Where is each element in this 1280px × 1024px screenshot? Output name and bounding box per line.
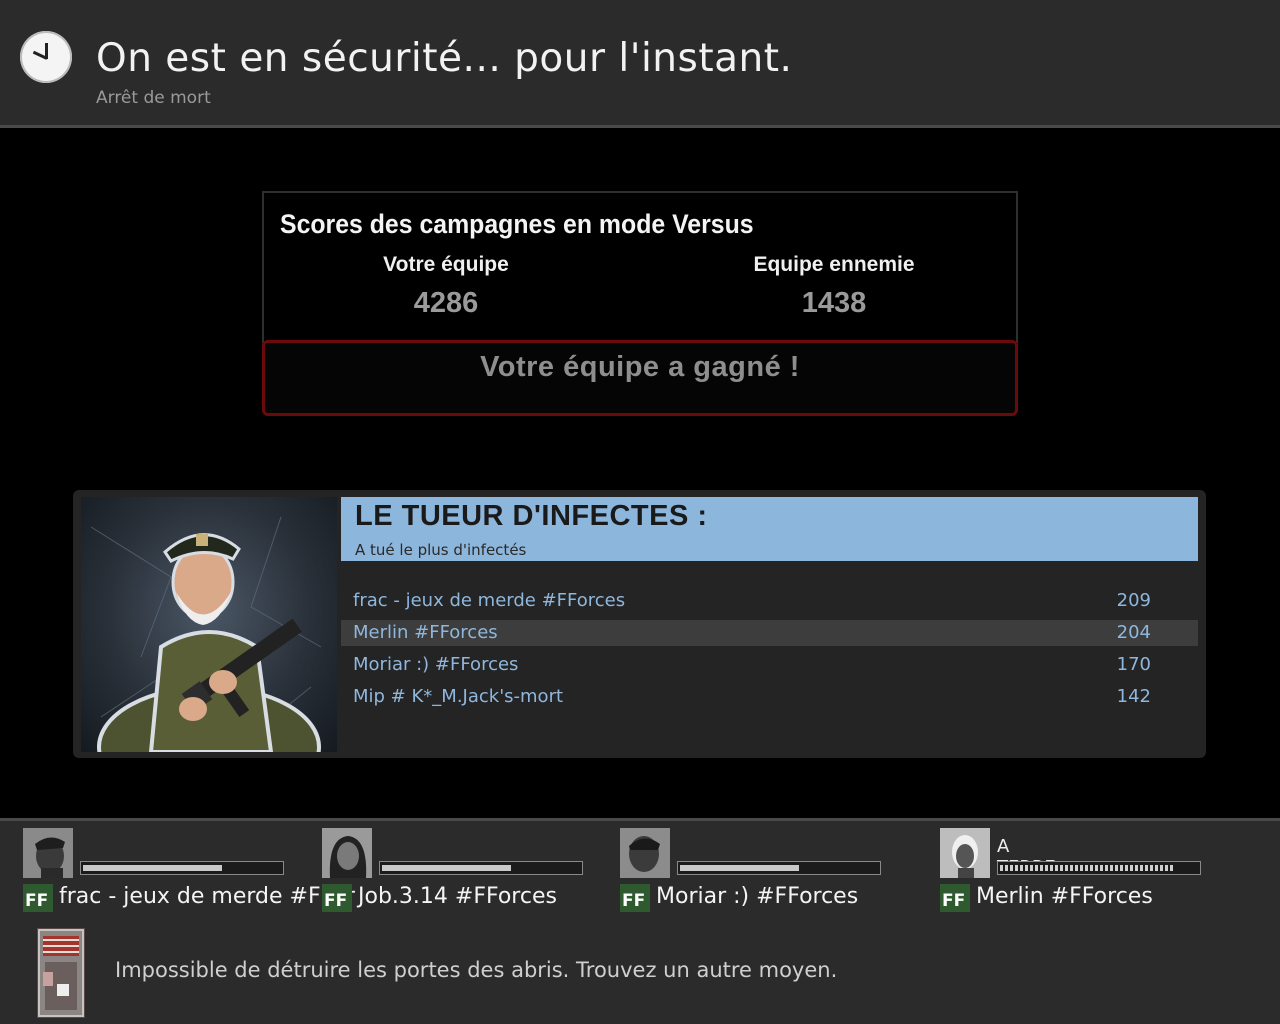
player-name: Merlin #FForces — [976, 884, 1153, 909]
leaderboard-kill-count: 170 — [1116, 654, 1151, 675]
your-team-column: Votre équipe 4286 — [286, 253, 606, 320]
health-bar — [80, 861, 284, 875]
leaderboard-kill-count: 204 — [1116, 622, 1151, 643]
group-tag-icon: FF — [620, 884, 650, 912]
svg-text:FF: FF — [942, 891, 965, 911]
safe-room-door-icon — [37, 928, 85, 1018]
group-tag-icon: FF — [940, 884, 970, 912]
award-header: LE TUEUR D'INFECTES : A tué le plus d'in… — [341, 497, 1198, 561]
leaderboard-kill-count: 209 — [1116, 590, 1151, 611]
health-bar — [677, 861, 881, 875]
health-bar-fill — [680, 865, 799, 871]
your-team-label: Votre équipe — [383, 253, 509, 276]
health-bar — [997, 861, 1201, 875]
enemy-team-score: 1438 — [801, 287, 867, 319]
clock-icon — [20, 31, 72, 83]
svg-text:FF: FF — [622, 891, 645, 911]
survivor-avatar — [620, 828, 670, 878]
player-name: Job.3.14 #FForces — [358, 884, 557, 909]
leaderboard-row-highlighted: Merlin #FForces 204 — [341, 620, 1198, 646]
award-title: LE TUEUR D'INFECTES : — [355, 500, 708, 532]
group-tag-icon: FF — [23, 884, 53, 912]
match-result-banner: Votre équipe a gagné ! — [262, 340, 1018, 416]
player-name: frac - jeux de merde #FForces — [59, 884, 355, 909]
header-bar: On est en sécurité... pour l'instant. Ar… — [0, 0, 1280, 128]
gameplay-tip: Impossible de détruire les portes des ab… — [115, 958, 838, 982]
award-panel: LE TUEUR D'INFECTES : A tué le plus d'in… — [73, 490, 1206, 758]
enemy-team-label: Equipe ennemie — [753, 253, 915, 276]
group-tag-icon: FF — [322, 884, 352, 912]
campaign-name: Arrêt de mort — [96, 88, 211, 108]
versus-score-panel: Scores des campagnes en mode Versus Votr… — [262, 191, 1018, 343]
survivor-avatar — [940, 828, 990, 878]
your-team-score: 4286 — [413, 287, 479, 319]
player-name: Moriar :) #FForces — [656, 884, 859, 909]
enemy-team-column: Equipe ennemie 1438 — [674, 253, 994, 320]
score-panel-title: Scores des campagnes en mode Versus — [280, 209, 754, 239]
health-bar-fill — [83, 865, 222, 871]
survivor-portrait — [81, 497, 337, 752]
leaderboard-row: Moriar :) #FForces 170 — [341, 652, 1198, 678]
leaderboard-player-name: frac - jeux de merde #FForces — [353, 590, 626, 611]
chapter-title: On est en sécurité... pour l'instant. — [96, 36, 793, 81]
leaderboard-player-name: Mip # K*_M.Jack's-mort — [353, 686, 564, 707]
svg-text:FF: FF — [25, 891, 48, 911]
leaderboard-player-name: Merlin #FForces — [353, 622, 498, 643]
match-result-text: Votre équipe a gagné ! — [480, 351, 800, 383]
leaderboard-player-name: Moriar :) #FForces — [353, 654, 519, 675]
health-bar-fill — [382, 865, 511, 871]
survivor-avatar — [322, 828, 372, 878]
svg-text:FF: FF — [324, 891, 347, 911]
health-bar — [379, 861, 583, 875]
award-description: A tué le plus d'infectés — [355, 541, 527, 559]
health-bar-fill — [1000, 865, 1174, 871]
survivor-avatar — [23, 828, 73, 878]
leaderboard-row: frac - jeux de merde #FForces 209 — [341, 588, 1198, 614]
leaderboard-row: Mip # K*_M.Jack's-mort 142 — [341, 684, 1198, 710]
leaderboard-kill-count: 142 — [1116, 686, 1151, 707]
